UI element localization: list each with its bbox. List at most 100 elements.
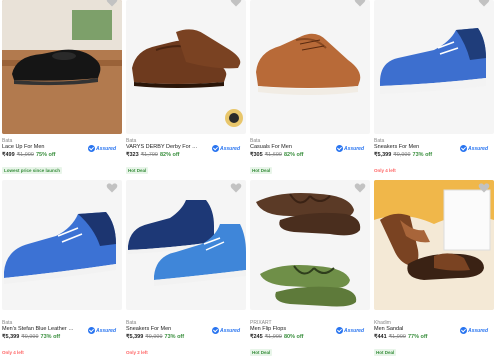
product-card[interactable]: Khadim Men Sandal Assured ₹441 ₹1,999 77% … [372, 178, 496, 356]
stock-left-label: Only 4 left [374, 168, 396, 173]
price-line: ₹245 ₹1,999 80% off [250, 333, 370, 341]
product-image[interactable] [250, 180, 370, 310]
product-tag: Hot Deal [250, 167, 273, 174]
assured-label: Assured [343, 145, 364, 152]
assured-badge: Assured [335, 145, 364, 152]
product-mrp: ₹1,999 [264, 334, 282, 340]
product-discount: 82% off [283, 152, 304, 158]
wishlist-heart-icon[interactable] [106, 182, 118, 194]
product-info: Bata Sneakers For Men Assured ₹5,399 ₹9,9… [126, 320, 246, 356]
product-price: ₹5,399 [2, 334, 20, 340]
assured-check-icon [459, 145, 467, 152]
product-mrp: ₹9,999 [393, 152, 411, 158]
product-tag: Hot Deal [126, 167, 149, 174]
product-info: PRIXART Men Flip Flops Assured ₹245 ₹1,99… [250, 320, 370, 356]
assured-check-icon [335, 327, 343, 334]
price-line: ₹5,399 ₹9,999 73% off [2, 333, 122, 341]
product-card[interactable]: Bata Lace Up For Men Assured ₹499 ₹1,999 7… [0, 0, 124, 178]
product-mrp: ₹9,999 [145, 334, 163, 340]
product-tag: Hot Deal [374, 349, 397, 356]
price-line: ₹499 ₹1,999 75% off [2, 151, 122, 159]
product-mrp: ₹1,799 [140, 152, 158, 158]
product-title[interactable]: Men Flip Flops [250, 326, 324, 333]
wishlist-heart-icon[interactable] [354, 182, 366, 194]
product-info: Bata Sneakers For Men Assured ₹5,399 ₹9,9… [374, 138, 494, 177]
product-price: ₹499 [2, 152, 15, 158]
product-title[interactable]: Casuals For Men [250, 144, 324, 151]
assured-label: Assured [95, 327, 116, 334]
product-price: ₹323 [126, 152, 139, 158]
product-image[interactable] [374, 180, 494, 310]
product-info: Bata Lace Up For Men Assured ₹499 ₹1,999 7… [2, 138, 122, 177]
price-line: ₹323 ₹1,799 82% off [126, 151, 246, 159]
product-price: ₹5,399 [374, 152, 392, 158]
assured-badge: Assured [211, 327, 240, 334]
product-title[interactable]: VARYS DERBY Derby For Men [126, 144, 200, 151]
product-title[interactable]: Men Sandal [374, 326, 448, 333]
wishlist-heart-icon[interactable] [106, 0, 118, 8]
assured-label: Assured [467, 145, 488, 152]
price-line: ₹5,399 ₹9,999 73% off [126, 333, 246, 341]
product-info: Khadim Men Sandal Assured ₹441 ₹1,999 77% … [374, 320, 494, 356]
product-title[interactable]: Lace Up For Men [2, 144, 76, 151]
product-card[interactable]: Bata Men's Stefan Blue Leather Snee... A… [0, 178, 124, 356]
product-card[interactable]: Bata Sneakers For Men Assured ₹5,399 ₹9,9… [124, 178, 248, 356]
product-image[interactable] [2, 180, 122, 310]
assured-badge: Assured [87, 145, 116, 152]
product-discount: 75% off [35, 152, 56, 158]
product-card[interactable]: Bata Sneakers For Men Assured ₹5,399 ₹9,9… [372, 0, 496, 178]
wishlist-heart-icon[interactable] [354, 0, 366, 8]
wishlist-heart-icon[interactable] [230, 0, 242, 8]
price-line: ₹5,399 ₹9,999 73% off [374, 151, 494, 159]
product-image[interactable] [126, 180, 246, 310]
product-price: ₹305 [250, 152, 263, 158]
product-tag: Lowest price since launch [2, 167, 63, 174]
product-grid: Bata Lace Up For Men Assured ₹499 ₹1,999 7… [0, 0, 500, 356]
product-tag: Hot Deal [250, 349, 273, 356]
product-price: ₹245 [250, 334, 263, 340]
product-mrp: ₹1,999 [388, 334, 406, 340]
product-card[interactable]: Bata VARYS DERBY Derby For Men Assured ₹… [124, 0, 248, 178]
wishlist-heart-icon[interactable] [478, 182, 490, 194]
product-card[interactable]: PRIXART Men Flip Flops Assured ₹245 ₹1,99… [248, 178, 372, 356]
product-card[interactable]: Bata Casuals For Men Assured ₹305 ₹1,699 8… [248, 0, 372, 178]
assured-check-icon [87, 145, 95, 152]
price-line: ₹305 ₹1,699 82% off [250, 151, 370, 159]
product-price: ₹5,399 [126, 334, 144, 340]
product-image[interactable] [374, 0, 494, 134]
stock-left-label: Only 4 left [2, 350, 24, 355]
product-discount: 80% off [283, 334, 304, 340]
wishlist-heart-icon[interactable] [478, 0, 490, 8]
assured-label: Assured [343, 327, 364, 334]
product-discount: 77% off [407, 334, 428, 340]
product-title[interactable]: Sneakers For Men [126, 326, 200, 333]
product-title[interactable]: Men's Stefan Blue Leather Snee... [2, 326, 76, 333]
product-discount: 82% off [159, 152, 180, 158]
assured-label: Assured [219, 327, 240, 334]
product-info: Bata Casuals For Men Assured ₹305 ₹1,699 8… [250, 138, 370, 177]
stock-left-label: Only 2 left [126, 350, 148, 355]
assured-check-icon [335, 145, 343, 152]
assured-check-icon [459, 327, 467, 334]
product-info: Bata VARYS DERBY Derby For Men Assured ₹… [126, 138, 246, 177]
product-mrp: ₹1,999 [16, 152, 34, 158]
product-discount: 73% off [164, 334, 185, 340]
product-mrp: ₹1,699 [264, 152, 282, 158]
product-image[interactable] [126, 0, 246, 134]
assured-check-icon [211, 327, 219, 334]
product-discount: 73% off [40, 334, 61, 340]
product-image[interactable] [2, 0, 122, 134]
price-line: ₹441 ₹1,999 77% off [374, 333, 494, 341]
assured-check-icon [211, 145, 219, 152]
product-discount: 73% off [412, 152, 433, 158]
product-mrp: ₹9,999 [21, 334, 39, 340]
assured-label: Assured [219, 145, 240, 152]
wishlist-heart-icon[interactable] [230, 182, 242, 194]
product-title[interactable]: Sneakers For Men [374, 144, 448, 151]
assured-badge: Assured [459, 145, 488, 152]
assured-badge: Assured [211, 145, 240, 152]
product-info: Bata Men's Stefan Blue Leather Snee... A… [2, 320, 122, 356]
product-image[interactable] [250, 0, 370, 134]
assured-badge: Assured [87, 327, 116, 334]
assured-badge: Assured [335, 327, 364, 334]
